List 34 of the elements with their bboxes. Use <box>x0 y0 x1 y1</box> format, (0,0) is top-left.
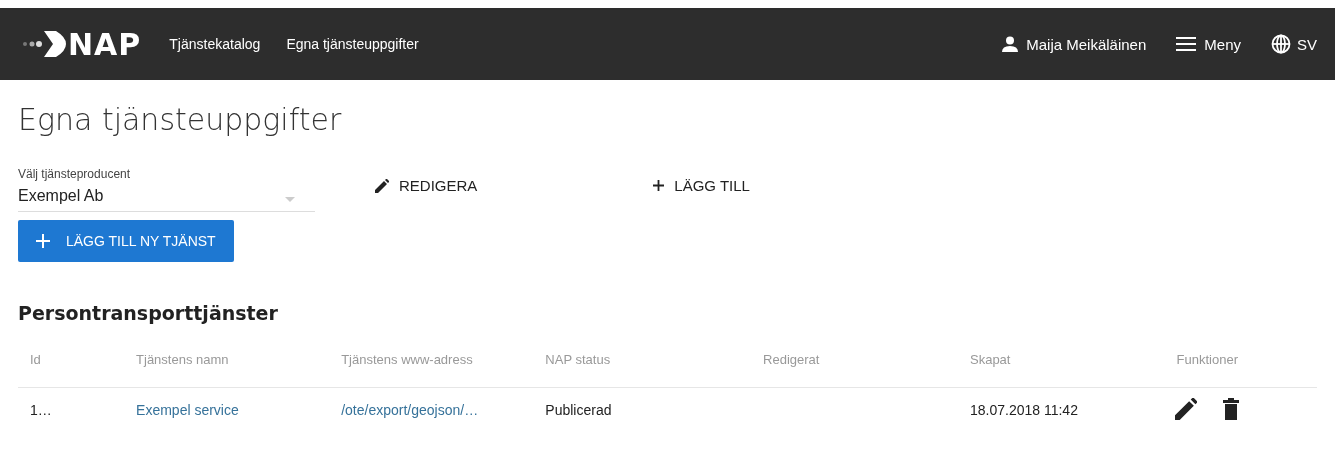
nav-link[interactable]: Tjänstekatalog <box>169 36 261 52</box>
column-header: Tjänstens www-adress <box>329 352 534 388</box>
plus-icon <box>36 234 50 248</box>
producer-select[interactable]: Välj tjänsteproducent Exempel Ab <box>18 167 315 212</box>
table-cell: Publicerad <box>533 387 752 420</box>
menu-icon <box>1176 37 1197 51</box>
column-header: NAP status <box>533 352 752 388</box>
plus-icon <box>653 180 665 191</box>
table-cell: 18.07.2018 11:42 <box>958 387 1165 420</box>
add-button[interactable]: LÄGG TILL <box>645 173 758 198</box>
page-title: Egna tjänsteuppgifter <box>18 102 343 137</box>
column-header: Id <box>18 352 125 388</box>
menu-button[interactable]: Meny <box>1176 35 1241 53</box>
edit-icon[interactable] <box>1174 398 1197 420</box>
delete-icon[interactable] <box>1222 398 1239 420</box>
section-title: Persontransporttjänster <box>18 302 279 324</box>
caret-icon <box>285 197 295 202</box>
user-icon <box>1002 36 1019 52</box>
column-header: Funktioner <box>1164 352 1317 388</box>
logo[interactable]: NAP <box>22 26 142 62</box>
globe-icon <box>1271 34 1291 54</box>
edit-button[interactable]: REDIGERA <box>367 173 486 198</box>
logo-mark-icon <box>22 29 66 59</box>
table-cell: 1… <box>18 387 125 420</box>
service-link[interactable]: Exempel service <box>136 402 239 418</box>
pencil-icon <box>375 178 389 193</box>
user-menu[interactable]: Maija Meikäläinen <box>1002 35 1147 53</box>
language-button[interactable]: SV <box>1271 34 1317 54</box>
column-header: Skapat <box>958 352 1165 388</box>
url-link[interactable]: /ote/export/geojson/… <box>341 402 479 418</box>
nav-link[interactable]: Egna tjänsteuppgifter <box>286 36 419 52</box>
add-service-button[interactable]: LÄGG TILL NY TJÄNST <box>18 220 234 262</box>
column-header: Redigerat <box>751 352 958 388</box>
column-header: Tjänstens namn <box>124 352 330 388</box>
